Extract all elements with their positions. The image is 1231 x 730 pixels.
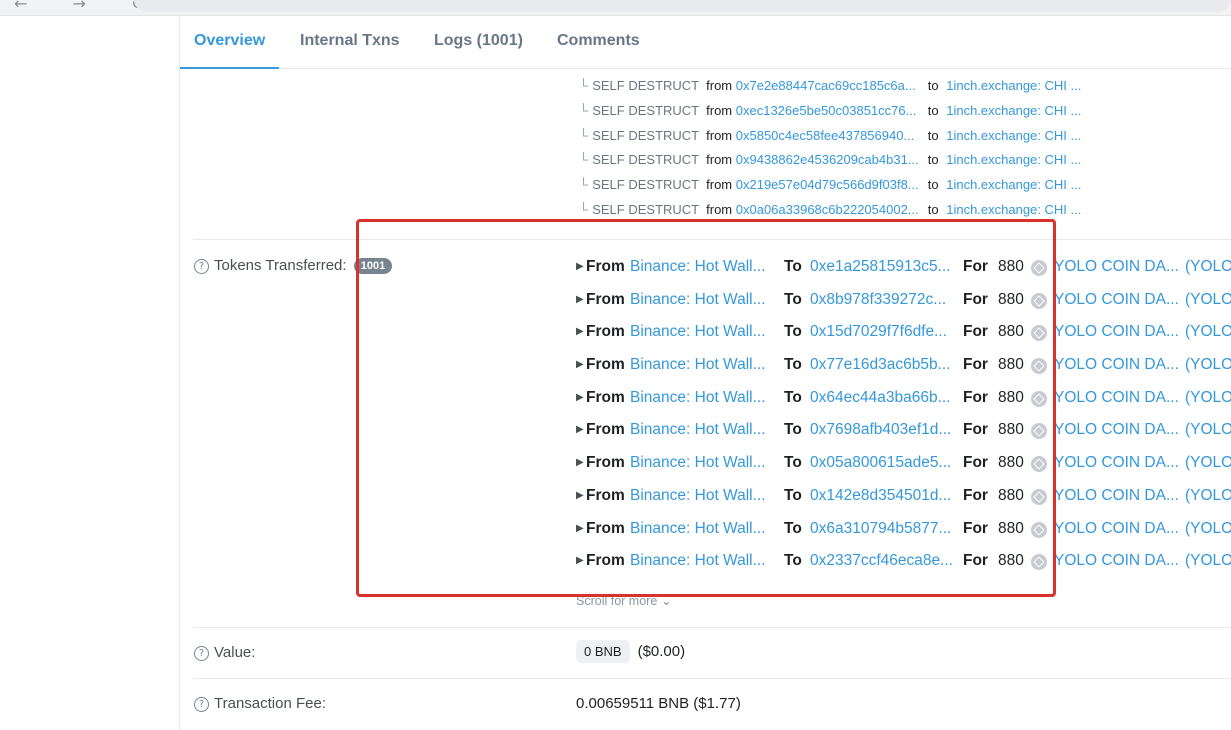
- to-address-link[interactable]: 1inch.exchange: CHI ...: [946, 103, 1081, 118]
- to-address-link[interactable]: 1inch.exchange: CHI ...: [946, 78, 1081, 93]
- tab-overview[interactable]: Overview: [180, 16, 280, 69]
- self-destruct-row: └ SELF DESTRUCT from 0x7e2e88447cac69cc185…: [579, 77, 1081, 102]
- value-label: ? Value:: [194, 644, 255, 661]
- from-address-link[interactable]: 0x0a06a33968c6b222054002...: [736, 201, 926, 219]
- self-destruct-kind: SELF DESTRUCT: [592, 78, 700, 93]
- self-destruct-kind: SELF DESTRUCT: [592, 201, 700, 217]
- token-name-link[interactable]: YOLO COIN DA...: [1054, 517, 1179, 541]
- token-name-link[interactable]: YOLO COIN DA...: [1054, 484, 1179, 508]
- from-address-link[interactable]: 0x219e57e04d79c566d9f03f8...: [736, 176, 926, 194]
- token-name-link[interactable]: YOLO COIN DA...: [1054, 451, 1179, 475]
- token-symbol-link[interactable]: (YOLO: [1185, 353, 1231, 377]
- token-symbol-link[interactable]: (YOLO: [1185, 549, 1231, 573]
- token-symbol-link[interactable]: (YOLO: [1185, 418, 1231, 442]
- highlight-box: [356, 219, 1056, 597]
- help-icon[interactable]: ?: [194, 259, 209, 274]
- to-address-link[interactable]: 1inch.exchange: CHI ...: [946, 177, 1081, 192]
- self-destruct-kind: SELF DESTRUCT: [592, 177, 700, 193]
- tab-bar: Overview Internal Txns Logs (1001) Comme…: [180, 16, 1231, 69]
- tab-comments[interactable]: Comments: [557, 16, 640, 69]
- from-address-link[interactable]: 0x7e2e88447cac69cc185c6a...: [736, 77, 926, 95]
- self-destruct-row: └ SELF DESTRUCT from 0x219e57e04d79c566d9f…: [579, 176, 1081, 201]
- tab-internal-txns[interactable]: Internal Txns: [300, 16, 400, 69]
- to-label: to: [927, 102, 939, 118]
- token-name-link[interactable]: YOLO COIN DA...: [1054, 320, 1179, 344]
- divider: [193, 627, 1231, 628]
- from-label: from: [706, 127, 733, 143]
- token-name-link[interactable]: YOLO COIN DA...: [1054, 353, 1179, 377]
- token-name-link[interactable]: YOLO COIN DA...: [1054, 549, 1179, 573]
- browser-toolbar: ← → ↻: [0, 0, 1231, 16]
- from-label: from: [706, 201, 733, 217]
- from-label: from: [706, 78, 733, 93]
- transaction-fee-value: 0.00659511 BNB ($1.77): [576, 695, 741, 712]
- token-symbol-link[interactable]: (YOLO: [1185, 255, 1231, 279]
- help-icon[interactable]: ?: [194, 646, 209, 661]
- token-symbol-link[interactable]: (YOLO: [1185, 386, 1231, 410]
- token-symbol-link[interactable]: (YOLO: [1185, 451, 1231, 475]
- to-label: to: [927, 177, 939, 193]
- divider: [193, 678, 1231, 679]
- value-usd: ($0.00): [637, 643, 686, 660]
- to-label: to: [927, 127, 939, 143]
- tree-branch-icon: └: [579, 152, 589, 168]
- token-name-link[interactable]: YOLO COIN DA...: [1054, 418, 1179, 442]
- token-symbol-link[interactable]: (YOLO: [1185, 320, 1231, 344]
- from-label: from: [706, 177, 733, 193]
- from-label: from: [706, 102, 733, 118]
- tree-branch-icon: └: [579, 78, 589, 93]
- to-address-link[interactable]: 1inch.exchange: CHI ...: [946, 152, 1081, 167]
- from-address-link[interactable]: 0x5850c4ec58fee437856940...: [736, 127, 926, 145]
- self-destruct-list: └ SELF DESTRUCT from 0x7e2e88447cac69cc185…: [579, 77, 1081, 226]
- tree-branch-icon: └: [579, 177, 589, 193]
- token-name-link[interactable]: YOLO COIN DA...: [1054, 386, 1179, 410]
- to-label: to: [927, 78, 939, 93]
- tree-branch-icon: └: [579, 102, 589, 118]
- self-destruct-row: └ SELF DESTRUCT from 0xec1326e5be50c03851c…: [579, 102, 1081, 127]
- self-destruct-kind: SELF DESTRUCT: [592, 127, 700, 143]
- to-address-link[interactable]: 1inch.exchange: CHI ...: [946, 202, 1081, 217]
- from-label: from: [706, 152, 733, 168]
- token-symbol-link[interactable]: (YOLO: [1185, 288, 1231, 312]
- value-field: 0 BNB ($0.00): [576, 640, 685, 663]
- self-destruct-row: └ SELF DESTRUCT from 0x9438862e4536209cab4…: [579, 151, 1081, 176]
- token-symbol-link[interactable]: (YOLO: [1185, 484, 1231, 508]
- self-destruct-row: └ SELF DESTRUCT from 0x5850c4ec58fee437856…: [579, 127, 1081, 152]
- help-icon[interactable]: ?: [194, 697, 209, 712]
- address-bar[interactable]: [134, 0, 1231, 12]
- self-destruct-kind: SELF DESTRUCT: [592, 152, 700, 168]
- to-label: to: [927, 152, 939, 168]
- tree-branch-icon: └: [579, 127, 589, 143]
- token-name-link[interactable]: YOLO COIN DA...: [1054, 255, 1179, 279]
- self-destruct-kind: SELF DESTRUCT: [592, 102, 700, 118]
- transaction-fee-label: ? Transaction Fee:: [194, 695, 326, 712]
- to-address-link[interactable]: 1inch.exchange: CHI ...: [946, 128, 1081, 143]
- from-address-link[interactable]: 0x9438862e4536209cab4b31...: [736, 151, 926, 169]
- from-address-link[interactable]: 0xec1326e5be50c03851cc76...: [736, 102, 926, 120]
- token-name-link[interactable]: YOLO COIN DA...: [1054, 288, 1179, 312]
- tab-logs[interactable]: Logs (1001): [434, 16, 523, 69]
- value-amount-pill: 0 BNB: [576, 640, 630, 663]
- to-label: to: [927, 201, 939, 217]
- tree-branch-icon: └: [579, 201, 589, 217]
- token-symbol-link[interactable]: (YOLO: [1185, 517, 1231, 541]
